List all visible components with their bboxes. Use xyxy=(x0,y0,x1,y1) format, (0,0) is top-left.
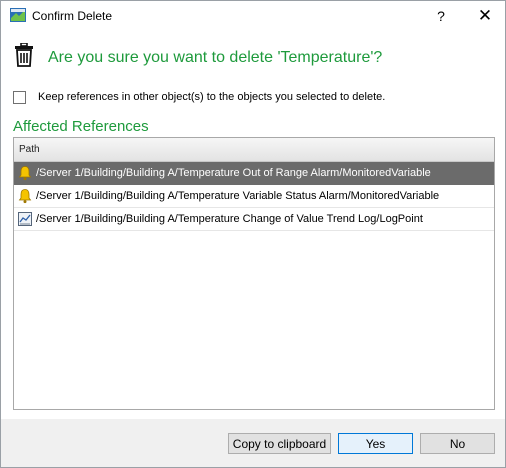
dialog-content: Are you sure you want to delete 'Tempera… xyxy=(1,31,505,419)
alarm-bell-icon xyxy=(18,189,32,204)
column-header-path[interactable]: Path xyxy=(14,138,494,162)
app-icon xyxy=(10,8,26,22)
row-path: /Server 1/Building/Building A/Temperatur… xyxy=(36,213,423,225)
title-bar[interactable]: Confirm Delete ? ✕ xyxy=(1,1,505,31)
confirm-delete-dialog: Confirm Delete ? ✕ Are you sure you want… xyxy=(0,0,506,468)
confirm-question: Are you sure you want to delete 'Tempera… xyxy=(48,49,383,66)
keep-references-checkbox[interactable] xyxy=(13,91,26,104)
keep-references-label[interactable]: Keep references in other object(s) to th… xyxy=(38,91,385,103)
affected-references-title: Affected References xyxy=(13,118,149,135)
trash-icon xyxy=(15,43,33,67)
row-path: /Server 1/Building/Building A/Temperatur… xyxy=(36,167,431,179)
yes-button[interactable]: Yes xyxy=(338,433,413,454)
row-path: /Server 1/Building/Building A/Temperatur… xyxy=(36,190,440,202)
help-button[interactable]: ? xyxy=(421,1,461,31)
trend-log-icon xyxy=(18,212,32,226)
table-row[interactable]: /Server 1/Building/Building A/Temperatur… xyxy=(14,185,494,208)
table-row[interactable]: /Server 1/Building/Building A/Temperatur… xyxy=(14,208,494,231)
window-title: Confirm Delete xyxy=(32,9,113,23)
no-button[interactable]: No xyxy=(420,433,495,454)
close-button[interactable]: ✕ xyxy=(465,1,505,31)
alarm-bell-icon xyxy=(18,166,32,181)
copy-to-clipboard-button[interactable]: Copy to clipboard xyxy=(228,433,331,454)
table-row[interactable]: /Server 1/Building/Building A/Temperatur… xyxy=(14,162,494,185)
affected-references-table: Path /Server 1/Building/Building A/Tempe… xyxy=(13,137,495,410)
button-bar: Copy to clipboard Yes No xyxy=(1,419,505,467)
